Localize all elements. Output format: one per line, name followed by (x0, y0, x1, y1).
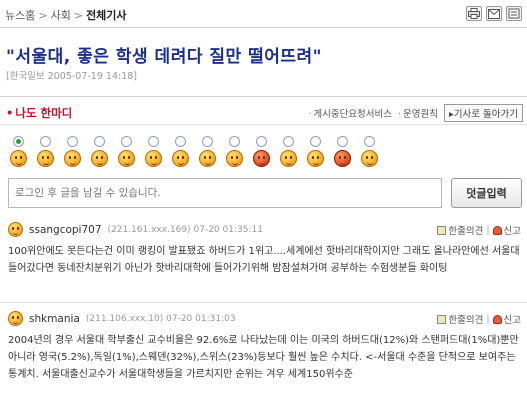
breadcrumb-section[interactable]: 사회 (51, 9, 71, 22)
comment-item: shkmania (211.106.xxx.10) 07-20 01:31:03… (0, 311, 527, 408)
comment-meta: (221.161.xxx.169) 07-20 01:35:11 (107, 224, 263, 235)
breadcrumb-home[interactable]: 뉴스홈 (5, 9, 35, 22)
mood-radio[interactable] (228, 136, 240, 147)
mood-face-icon (36, 150, 54, 167)
breadcrumb: 뉴스홈 > 사회 > 전체기사 (5, 7, 127, 23)
comment-username[interactable]: ssangcopi707 (29, 224, 102, 236)
note-icon (437, 226, 447, 235)
mood-option[interactable] (8, 136, 28, 167)
mood-face-icon (63, 150, 81, 167)
mood-option[interactable] (35, 136, 55, 167)
mood-option[interactable] (224, 136, 244, 167)
mood-face-icon (360, 150, 378, 167)
one-line-opinion-label: 한줄의견 (448, 315, 484, 326)
mood-option[interactable] (278, 136, 298, 167)
comment-actions: 한줄의견 | 신고 (437, 312, 521, 326)
takedown-request-link[interactable]: 게시중단요청서비스 (308, 106, 392, 120)
mood-radio[interactable] (174, 136, 186, 147)
mood-radio[interactable] (336, 136, 348, 147)
mood-option[interactable] (197, 136, 217, 167)
mood-selector (8, 136, 379, 167)
divider (0, 302, 527, 303)
report-button[interactable]: 신고 (492, 312, 521, 326)
comment-meta: (211.106.xxx.10) 07-20 01:31:03 (85, 313, 236, 324)
comment-body: 2004년의 경우 서울대 학부출신 교수비율은 92.6%로 나타났는데 이는… (8, 335, 519, 380)
mood-radio[interactable] (363, 136, 375, 147)
one-line-opinion-label: 한줄의견 (448, 226, 484, 237)
note-icon (437, 315, 447, 324)
back-to-article-button[interactable]: ▸기사로 돌아가기 (444, 104, 523, 122)
article-tools (466, 6, 522, 21)
mood-option[interactable] (359, 136, 379, 167)
separator: | (486, 224, 490, 236)
mood-face-icon (90, 150, 108, 167)
separator: | (486, 313, 490, 325)
mood-option[interactable] (332, 136, 352, 167)
comment-links: 게시중단요청서비스 운영원칙 ▸기사로 돌아가기 (308, 104, 523, 122)
back-to-article-label: 기사로 돌아가기 (453, 109, 518, 120)
mood-option[interactable] (89, 136, 109, 167)
article-headline: "서울대, 좋은 학생 데려다 질만 떨어뜨려" (6, 47, 323, 67)
mood-radio[interactable] (39, 136, 51, 147)
mood-face-icon (144, 150, 162, 167)
mood-option[interactable] (62, 136, 82, 167)
mood-option[interactable] (305, 136, 325, 167)
scrap-icon[interactable] (506, 6, 522, 21)
mood-radio[interactable] (147, 136, 159, 147)
comment-input[interactable] (8, 178, 442, 208)
mood-radio[interactable] (201, 136, 213, 147)
siren-icon (492, 315, 502, 324)
comment-header: ssangcopi707 (221.161.xxx.169) 07-20 01:… (8, 222, 263, 237)
siren-icon (492, 226, 502, 235)
mood-radio[interactable] (282, 136, 294, 147)
comment-section-title: • 나도 한마디 (6, 105, 72, 121)
one-line-opinion-button[interactable]: 한줄의견 (437, 223, 483, 237)
mood-option[interactable] (170, 136, 190, 167)
email-icon[interactable] (486, 6, 502, 21)
top-bar: 뉴스홈 > 사회 > 전체기사 (0, 0, 527, 28)
breadcrumb-separator: > (73, 9, 84, 22)
mood-face-icon (306, 150, 324, 167)
article-dateline: [한국일보 2005-07-19 14:18] (6, 71, 137, 82)
comment-body: 100위안에도 못든다는건 이미 랭킹이 발표됐죠 하버드가 1위고....세계… (8, 246, 520, 274)
print-icon[interactable] (466, 6, 482, 21)
mood-radio[interactable] (66, 136, 78, 147)
mood-face-icon (8, 222, 23, 237)
divider (0, 124, 527, 125)
comment-item: ssangcopi707 (221.161.xxx.169) 07-20 01:… (0, 222, 527, 294)
breadcrumb-current: 전체기사 (86, 9, 127, 22)
mood-radio[interactable] (120, 136, 132, 147)
comment-actions: 한줄의견 | 신고 (437, 223, 521, 237)
comment-username[interactable]: shkmania (29, 313, 80, 325)
mood-face-icon (171, 150, 189, 167)
mood-face-icon (9, 150, 27, 167)
mood-option[interactable] (251, 136, 271, 167)
report-button[interactable]: 신고 (492, 223, 521, 237)
report-label: 신고 (503, 226, 521, 237)
mood-radio[interactable] (309, 136, 321, 147)
divider (0, 96, 527, 97)
mood-face-icon (333, 150, 351, 167)
submit-comment-button[interactable]: 덧글입력 (451, 178, 522, 208)
mood-face-icon (225, 150, 243, 167)
comment-section-title-text: 나도 한마디 (15, 106, 73, 120)
mood-face-icon (252, 150, 270, 167)
one-line-opinion-button[interactable]: 한줄의견 (437, 312, 483, 326)
mood-radio[interactable] (93, 136, 105, 147)
mood-option[interactable] (143, 136, 163, 167)
report-label: 신고 (503, 315, 521, 326)
breadcrumb-separator: > (38, 9, 48, 22)
comment-header: shkmania (211.106.xxx.10) 07-20 01:31:03 (8, 311, 236, 326)
mood-face-icon (117, 150, 135, 167)
mood-face-icon (279, 150, 297, 167)
policy-link[interactable]: 운영원칙 (398, 106, 438, 120)
mood-face-icon (8, 311, 23, 326)
mood-radio[interactable] (12, 136, 24, 147)
mood-option[interactable] (116, 136, 136, 167)
mood-radio[interactable] (255, 136, 267, 147)
bullet-icon: • (6, 106, 14, 120)
mood-face-icon (198, 150, 216, 167)
